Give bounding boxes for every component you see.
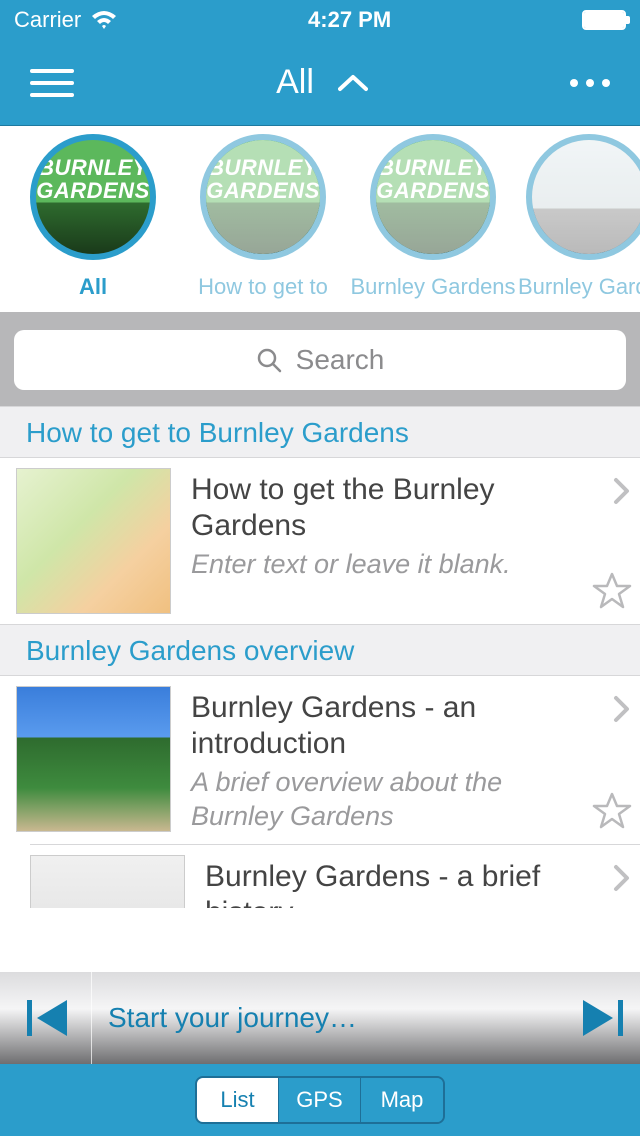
category-label: Burnley Garde [518,274,640,300]
item-subtitle: Enter text or leave it blank. [191,548,584,582]
next-button[interactable] [568,996,640,1040]
category-thumb: BURNLEY GARDENS [30,134,156,260]
item-thumbnail [30,855,185,908]
bottom-tabbar: List GPS Map [0,1064,640,1136]
category-label: Burnley Gardens [350,274,515,300]
menu-button[interactable] [30,69,74,97]
item-title: Burnley Gardens - a brief history [205,859,584,908]
star-icon[interactable] [592,571,632,616]
status-bar: Carrier 4:27 PM [0,0,640,40]
clock: 4:27 PM [308,7,391,33]
chevron-up-icon [338,74,368,92]
chevron-right-icon [612,863,632,898]
item-title: How to get the Burnley Gardens [191,472,584,544]
item-title: Burnley Gardens - an introduction [191,690,584,762]
tab-gps[interactable]: GPS [279,1078,361,1122]
nav-title-label: All [276,63,314,102]
player-bar: Start your journey… [0,972,640,1064]
chevron-right-icon [612,694,632,729]
tab-map[interactable]: Map [361,1078,443,1122]
category-thumb: BURNLEY GARDENS [370,134,496,260]
list-item[interactable]: Burnley Gardens - an introduction A brie… [0,676,640,844]
search-area: Search [0,314,640,406]
category-label: All [79,274,107,300]
category-item-photo[interactable]: Burnley Garde [518,134,640,300]
category-thumb: BURNLEY GARDENS [200,134,326,260]
list-item[interactable]: Burnley Gardens - a brief history A hist… [30,844,640,908]
list-item[interactable]: How to get the Burnley Gardens Enter tex… [0,458,640,624]
nav-title-dropdown[interactable]: All [276,63,368,102]
prev-button[interactable] [0,972,92,1064]
section-header: How to get to Burnley Gardens [0,406,640,458]
search-placeholder: Search [296,344,385,376]
player-title[interactable]: Start your journey… [92,1002,568,1034]
category-label: How to get to [198,274,328,300]
carrier-label: Carrier [14,7,81,33]
category-scroller[interactable]: BURNLEY GARDENS All BURNLEY GARDENS How … [0,126,640,314]
category-thumb [526,134,640,260]
search-input[interactable]: Search [14,330,626,390]
item-subtitle: A brief overview about the Burnley Garde… [191,766,584,834]
category-item-burnley[interactable]: BURNLEY GARDENS Burnley Gardens [348,134,518,300]
nav-bar: All [0,40,640,126]
star-icon[interactable] [592,791,632,836]
more-button[interactable] [570,79,610,87]
view-segmented-control: List GPS Map [195,1076,445,1124]
search-icon [256,347,282,373]
tab-list[interactable]: List [197,1078,279,1122]
category-item-howto[interactable]: BURNLEY GARDENS How to get to [178,134,348,300]
item-thumbnail [16,686,171,832]
item-thumbnail [16,468,171,614]
battery-icon [582,10,626,30]
chevron-right-icon [612,476,632,511]
category-item-all[interactable]: BURNLEY GARDENS All [8,134,178,300]
wifi-icon [91,10,117,30]
section-header: Burnley Gardens overview [0,624,640,676]
